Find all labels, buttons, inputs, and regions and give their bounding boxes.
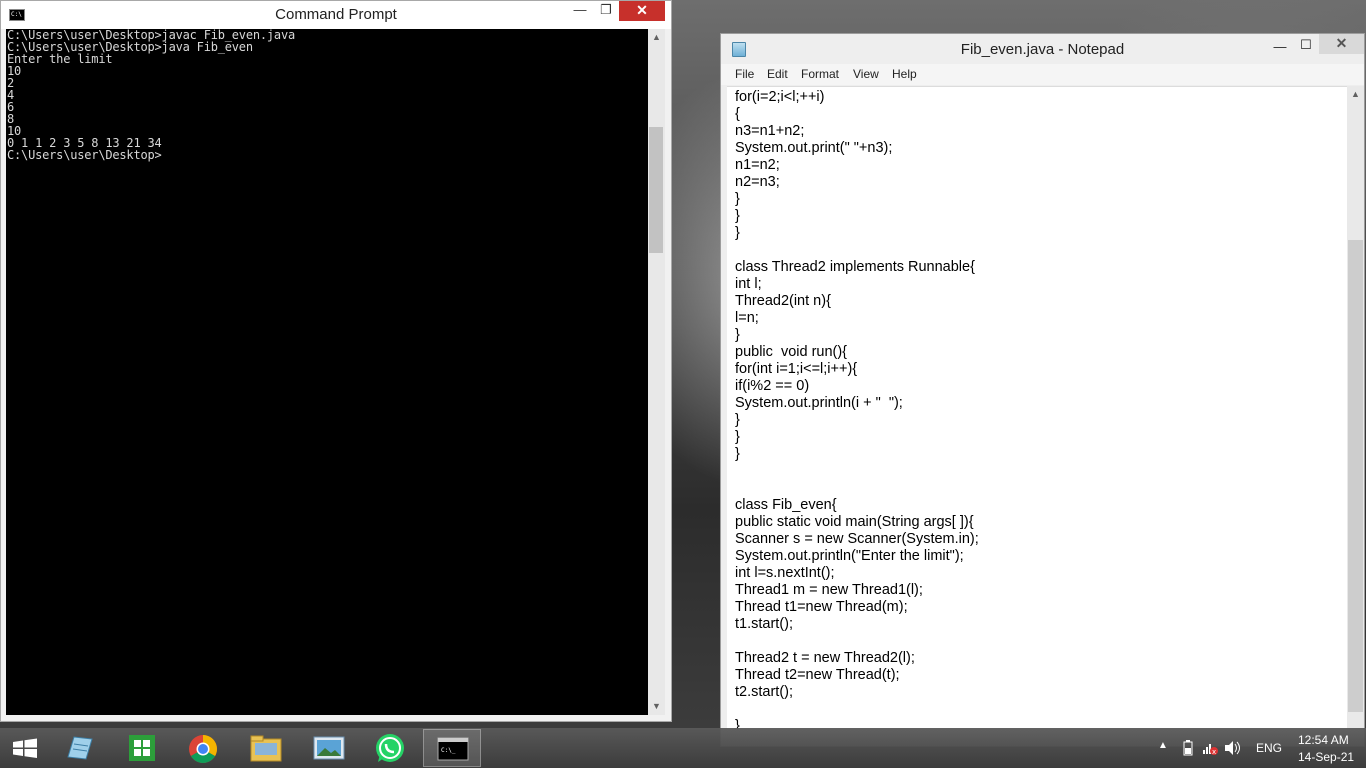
svg-text:C:\_: C:\_ bbox=[441, 747, 456, 754]
notepad-window[interactable]: Fib_even.java - Notepad — ☐ ✕ File Edit … bbox=[720, 33, 1365, 747]
code-line: } bbox=[735, 429, 740, 445]
code-line: int l=s.nextInt(); bbox=[735, 565, 835, 581]
clock-date[interactable]: 14-Sep-21 bbox=[1298, 750, 1354, 764]
svg-text:x: x bbox=[1212, 748, 1216, 756]
taskbar-whatsapp-button[interactable] bbox=[361, 729, 419, 767]
scroll-up-arrow-icon[interactable]: ▲ bbox=[1347, 86, 1364, 103]
cmd-titlebar[interactable]: C:\ Command Prompt — ❐ ✕ bbox=[1, 1, 671, 29]
windows-logo-icon bbox=[13, 738, 37, 758]
code-line: } bbox=[735, 208, 740, 224]
store-icon bbox=[129, 735, 155, 761]
code-line: n1=n2; bbox=[735, 157, 780, 173]
notepad-close-button[interactable]: ✕ bbox=[1319, 34, 1364, 54]
console-line: 4 bbox=[7, 88, 15, 102]
taskbar-explorer-button[interactable] bbox=[237, 729, 295, 767]
taskbar-photos-button[interactable] bbox=[300, 729, 358, 767]
notepad-code-lines: for(i=2;i<l;++i) { n3=n1+n2; System.out.… bbox=[727, 89, 979, 729]
code-line: } bbox=[735, 327, 740, 343]
taskbar: C:\_ ▲ x ENG 12:54 AM 14-Sep-21 bbox=[0, 728, 1366, 768]
console-line: Enter the limit bbox=[7, 52, 113, 66]
cmd-minimize-button[interactable]: — bbox=[567, 1, 593, 21]
folder-icon bbox=[250, 735, 282, 762]
command-prompt-icon: C:\_ bbox=[437, 737, 469, 761]
scroll-up-arrow-icon[interactable]: ▲ bbox=[648, 29, 665, 46]
cmd-vertical-scrollbar[interactable]: ▲ ▼ bbox=[648, 29, 665, 715]
cmd-console-output[interactable]: C:\Users\user\Desktop>javac Fib_even.jav… bbox=[6, 29, 648, 715]
menu-format[interactable]: Format bbox=[801, 67, 839, 81]
code-line: } bbox=[735, 446, 740, 462]
photo-viewer-icon bbox=[313, 736, 345, 760]
code-line: class Thread2 implements Runnable{ bbox=[735, 259, 975, 275]
taskbar-cmd-button[interactable]: C:\_ bbox=[423, 729, 481, 767]
menu-edit[interactable]: Edit bbox=[767, 67, 788, 81]
code-line: } bbox=[735, 412, 740, 428]
code-line: } bbox=[735, 191, 740, 207]
taskbar-store-button[interactable] bbox=[113, 729, 171, 767]
code-line: class Fib_even{ bbox=[735, 497, 837, 513]
code-line: n3=n1+n2; bbox=[735, 123, 805, 139]
cmd-scroll-thumb[interactable] bbox=[649, 127, 663, 253]
code-line: int l; bbox=[735, 276, 762, 292]
battery-icon[interactable] bbox=[1182, 740, 1194, 756]
code-line: { bbox=[735, 106, 740, 122]
network-disconnected-icon[interactable]: x bbox=[1202, 740, 1218, 756]
code-line: for(i=2;i<l;++i) bbox=[735, 89, 825, 105]
volume-icon[interactable] bbox=[1224, 740, 1242, 756]
code-line: System.out.println("Enter the limit"); bbox=[735, 548, 964, 564]
system-tray: ▲ x ENG 12:54 AM 14-Sep-21 bbox=[1136, 728, 1366, 768]
taskbar-notepad-button[interactable] bbox=[50, 729, 108, 767]
notepad-scroll-thumb[interactable] bbox=[1348, 240, 1363, 712]
notepad-text-area[interactable]: for(i=2;i<l;++i) { n3=n1+n2; System.out.… bbox=[727, 86, 1347, 729]
menu-view[interactable]: View bbox=[853, 67, 879, 81]
code-line: System.out.println(i + " "); bbox=[735, 395, 903, 411]
code-line: Thread2 t = new Thread2(l); bbox=[735, 650, 915, 666]
code-line: Thread2(int n){ bbox=[735, 293, 831, 309]
notepad-icon bbox=[67, 736, 93, 760]
notepad-vertical-scrollbar[interactable]: ▲ bbox=[1347, 86, 1364, 729]
console-line: 2 bbox=[7, 76, 15, 90]
notepad-menubar: File Edit Format View Help bbox=[721, 64, 1364, 85]
code-line: Thread1 m = new Thread1(l); bbox=[735, 582, 923, 598]
show-hidden-icons-arrow[interactable]: ▲ bbox=[1158, 740, 1168, 751]
console-line: 6 bbox=[7, 100, 15, 114]
code-line: for(int i=1;i<=l;i++){ bbox=[735, 361, 858, 377]
code-line: t1.start(); bbox=[735, 616, 794, 632]
notepad-titlebar[interactable]: Fib_even.java - Notepad — ☐ ✕ bbox=[721, 34, 1364, 64]
start-button[interactable] bbox=[0, 729, 50, 767]
scroll-down-arrow-icon[interactable]: ▼ bbox=[648, 698, 665, 715]
code-line: t2.start(); bbox=[735, 684, 794, 700]
code-line: l=n; bbox=[735, 310, 759, 326]
code-line: public void run(){ bbox=[735, 344, 848, 360]
whatsapp-icon bbox=[376, 734, 404, 762]
code-line: System.out.print(" "+n3); bbox=[735, 140, 893, 156]
notepad-maximize-button[interactable]: ☐ bbox=[1293, 36, 1319, 56]
command-prompt-window[interactable]: C:\ Command Prompt — ❐ ✕ C:\Users\user\D… bbox=[0, 0, 672, 722]
code-line: Scanner s = new Scanner(System.in); bbox=[735, 531, 979, 547]
code-line: n2=n3; bbox=[735, 174, 780, 190]
console-line: 10 bbox=[7, 64, 22, 78]
cmd-close-button[interactable]: ✕ bbox=[619, 1, 665, 21]
code-line: public static void main(String args[ ]){ bbox=[735, 514, 974, 530]
menu-help[interactable]: Help bbox=[892, 67, 917, 81]
cmd-maximize-button[interactable]: ❐ bbox=[593, 1, 619, 21]
menu-file[interactable]: File bbox=[735, 67, 754, 81]
console-line: C:\Users\user\Desktop> bbox=[7, 148, 162, 162]
console-line: 8 bbox=[7, 112, 15, 126]
code-line: } bbox=[735, 225, 740, 241]
chrome-icon bbox=[189, 735, 217, 763]
taskbar-chrome-button[interactable] bbox=[174, 729, 232, 767]
code-line: Thread t1=new Thread(m); bbox=[735, 599, 908, 615]
clock-time[interactable]: 12:54 AM bbox=[1298, 733, 1349, 747]
code-line: if(i%2 == 0) bbox=[735, 378, 810, 394]
code-line: Thread t2=new Thread(t); bbox=[735, 667, 900, 683]
language-indicator[interactable]: ENG bbox=[1256, 741, 1282, 755]
notepad-minimize-button[interactable]: — bbox=[1267, 38, 1293, 58]
